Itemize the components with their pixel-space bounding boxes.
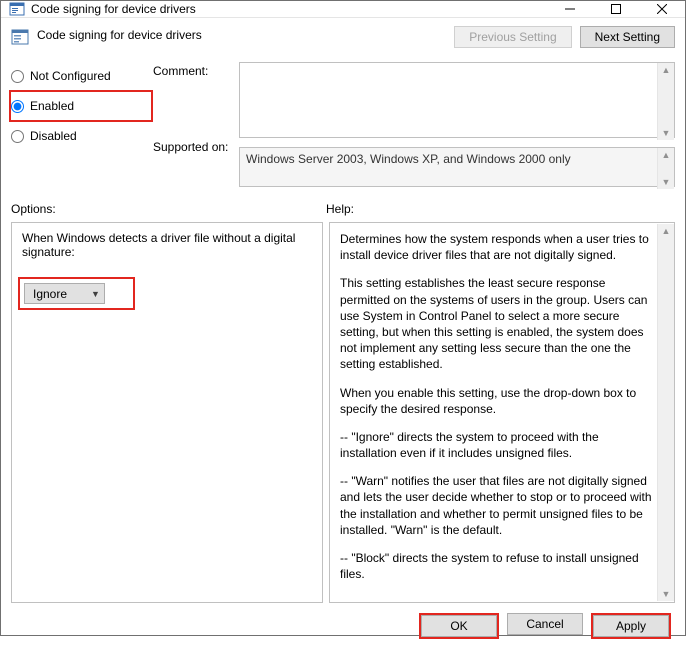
window-title: Code signing for device drivers [31,2,547,16]
radio-enabled-input[interactable] [11,100,24,113]
policy-icon [11,28,29,46]
scroll-up-icon: ▲ [662,148,671,162]
app-icon [9,1,25,17]
help-paragraph: When you enable this setting, use the dr… [340,385,652,417]
help-panel: Determines how the system responds when … [329,222,675,603]
apply-button[interactable]: Apply [593,615,669,637]
comment-textarea[interactable] [239,62,675,138]
help-paragraph: -- "Block" directs the system to refuse … [340,550,652,582]
ok-button[interactable]: OK [421,615,497,637]
supported-on-label: Supported on: [153,140,239,154]
help-heading: Help: [326,202,354,216]
supported-on-textarea [239,147,675,187]
supported-scrollbar[interactable]: ▲▼ [657,148,674,189]
response-dropdown[interactable]: Ignore ▼ [24,283,105,304]
help-paragraph: This setting establishes the least secur… [340,275,652,372]
comment-scrollbar[interactable]: ▲▼ [657,63,674,140]
chevron-down-icon: ▼ [91,289,100,299]
radio-not-configured-label: Not Configured [30,69,111,83]
options-prompt: When Windows detects a driver file witho… [22,231,312,259]
help-paragraph: -- "Warn" notifies the user that files a… [340,473,652,538]
radio-enabled-label: Enabled [30,99,74,113]
maximize-button[interactable] [593,1,639,17]
comment-label: Comment: [153,64,239,140]
scroll-down-icon: ▼ [662,126,671,140]
response-dropdown-value: Ignore [33,287,67,301]
titlebar: Code signing for device drivers [1,1,685,18]
scroll-down-icon: ▼ [662,587,671,601]
radio-disabled-label: Disabled [30,129,77,143]
scroll-up-icon: ▲ [662,63,671,77]
state-radio-group: Not Configured Enabled Disabled [11,62,153,190]
minimize-button[interactable] [547,1,593,17]
radio-not-configured-input[interactable] [11,70,24,83]
scroll-down-icon: ▼ [662,175,671,189]
options-heading: Options: [11,202,326,216]
radio-disabled[interactable]: Disabled [11,122,153,150]
cancel-button[interactable]: Cancel [507,613,583,635]
options-panel: When Windows detects a driver file witho… [11,222,323,603]
scroll-up-icon: ▲ [662,224,671,238]
dialog-window: Code signing for device drivers Code sig… [0,0,686,636]
radio-enabled[interactable]: Enabled [11,92,129,120]
radio-disabled-input[interactable] [11,130,24,143]
radio-not-configured[interactable]: Not Configured [11,62,153,90]
help-paragraph: Determines how the system responds when … [340,231,652,263]
close-button[interactable] [639,1,685,17]
next-setting-button[interactable]: Next Setting [580,26,675,48]
policy-title: Code signing for device drivers [37,26,454,42]
help-scrollbar[interactable]: ▲▼ [657,224,674,601]
previous-setting-button: Previous Setting [454,26,571,48]
help-paragraph: -- "Ignore" directs the system to procee… [340,429,652,461]
